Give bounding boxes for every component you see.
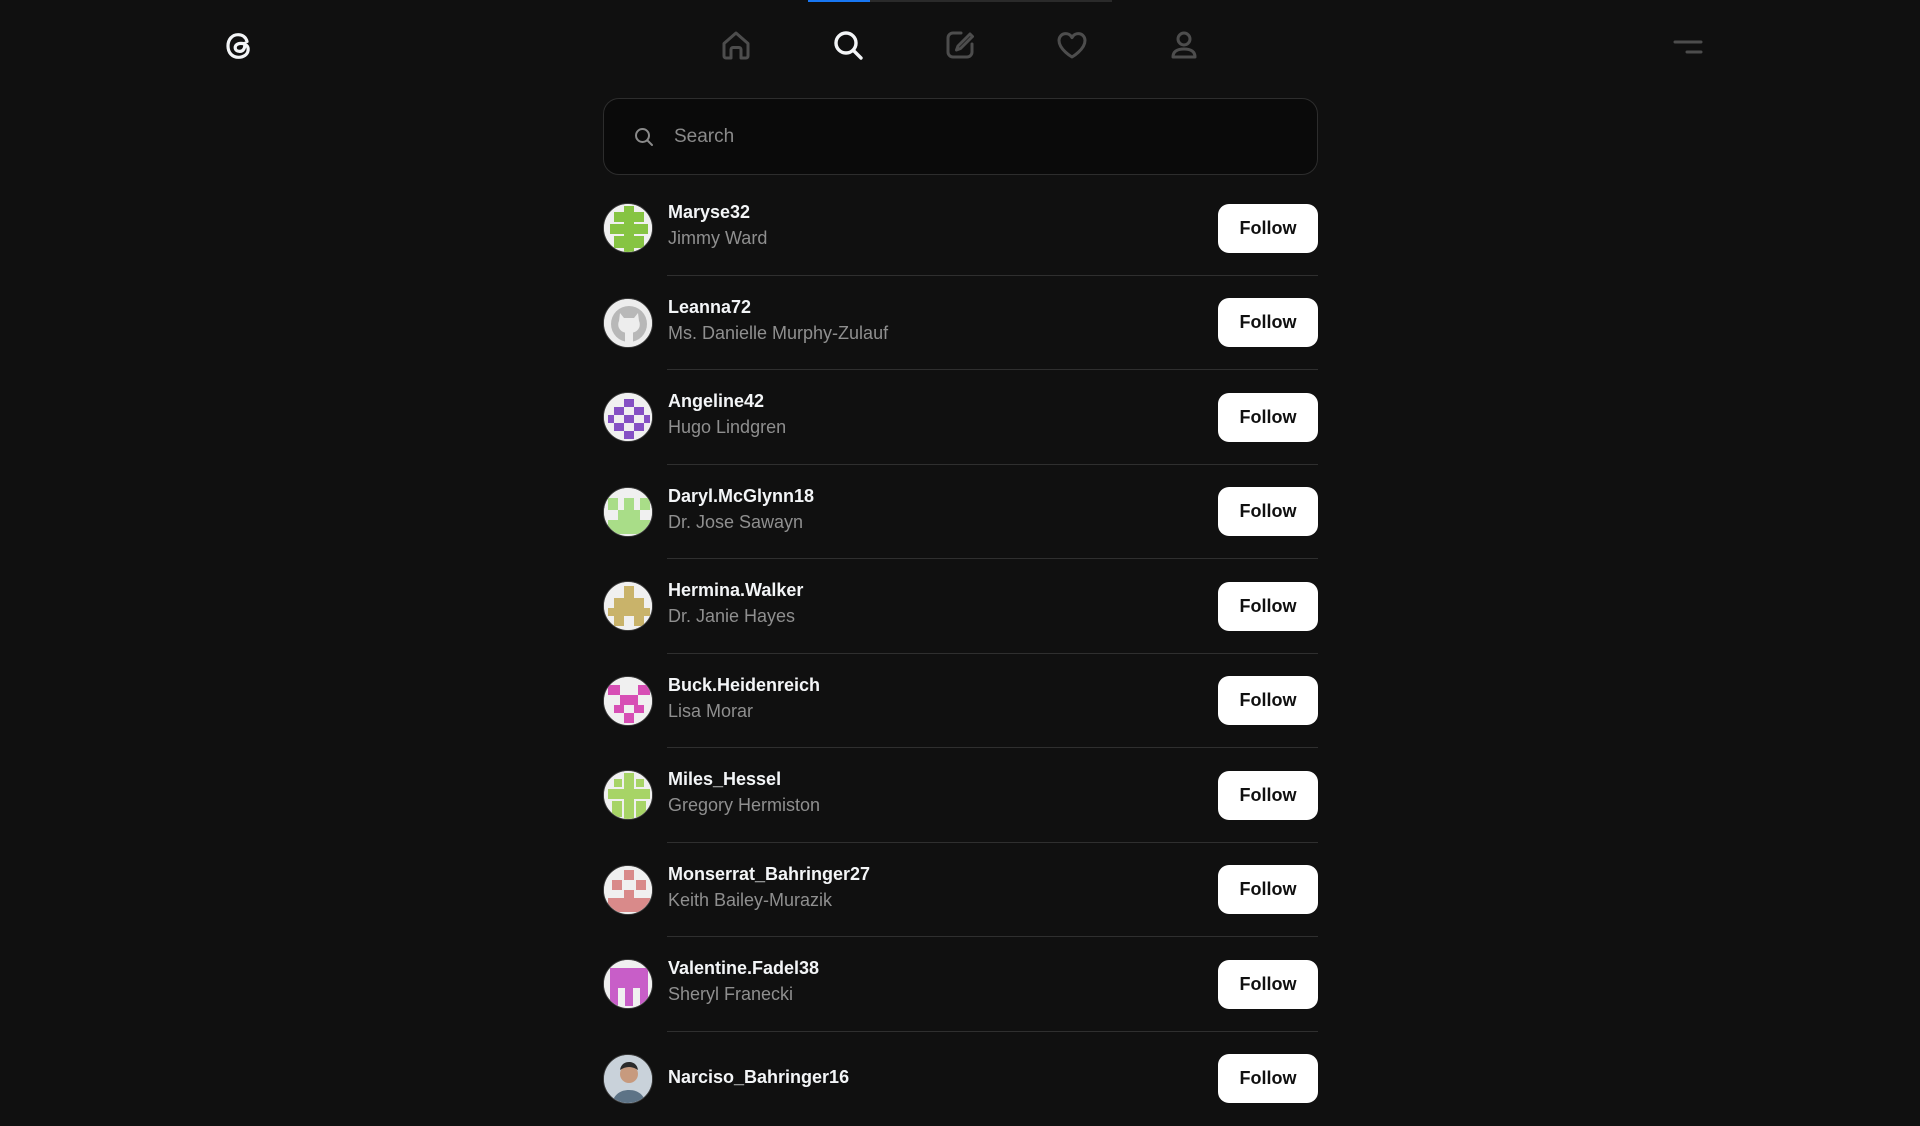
avatar[interactable] (603, 959, 653, 1009)
identicon-icon (604, 677, 653, 726)
compose-icon (943, 28, 977, 67)
user-info: Angeline42 Hugo Lindgren (668, 389, 1218, 441)
identicon-icon (604, 771, 653, 820)
full-name: Keith Bailey-Murazik (668, 886, 1218, 914)
username[interactable]: Maryse32 (668, 200, 1218, 224)
nav-create[interactable] (904, 10, 1016, 84)
follow-button[interactable]: Follow (1218, 298, 1318, 347)
username[interactable]: Angeline42 (668, 389, 1218, 413)
profile-icon (1167, 28, 1201, 67)
identicon-icon (604, 488, 653, 537)
username[interactable]: Hermina.Walker (668, 578, 1218, 602)
full-name: Ms. Danielle Murphy-Zulauf (668, 319, 1218, 347)
user-photo-icon (604, 1055, 653, 1104)
identicon-icon (604, 960, 653, 1009)
username[interactable]: Miles_Hessel (668, 767, 1218, 791)
identicon-icon (604, 393, 653, 442)
full-name: Dr. Janie Hayes (668, 602, 1218, 630)
user-row[interactable]: Narciso_Bahringer16 Follow (603, 1032, 1318, 1126)
user-info: Narciso_Bahringer16 (668, 1065, 1218, 1089)
full-name: Jimmy Ward (668, 224, 1218, 252)
follow-button[interactable]: Follow (1218, 1054, 1318, 1103)
user-info: Miles_Hessel Gregory Hermiston (668, 767, 1218, 819)
nav-profile[interactable] (1128, 10, 1240, 84)
username[interactable]: Daryl.McGlynn18 (668, 484, 1218, 508)
full-name: Sheryl Franecki (668, 980, 1218, 1008)
user-info: Daryl.McGlynn18 Dr. Jose Sawayn (668, 484, 1218, 536)
user-row[interactable]: Valentine.Fadel38 Sheryl Franecki Follow (603, 937, 1318, 1032)
username[interactable]: Narciso_Bahringer16 (668, 1065, 1218, 1089)
avatar[interactable] (603, 203, 653, 253)
user-row[interactable]: Buck.Heidenreich Lisa Morar Follow (603, 654, 1318, 749)
follow-button[interactable]: Follow (1218, 582, 1318, 631)
follow-button[interactable]: Follow (1218, 771, 1318, 820)
follow-button[interactable]: Follow (1218, 960, 1318, 1009)
user-row[interactable]: Miles_Hessel Gregory Hermiston Follow (603, 748, 1318, 843)
nav-activity[interactable] (1016, 10, 1128, 84)
username[interactable]: Monserrat_Bahringer27 (668, 862, 1218, 886)
threads-logo-icon[interactable] (219, 26, 259, 66)
user-info: Monserrat_Bahringer27 Keith Bailey-Muraz… (668, 862, 1218, 914)
follow-button[interactable]: Follow (1218, 393, 1318, 442)
identicon-icon (604, 582, 653, 631)
search-icon (632, 125, 656, 149)
nav-search[interactable] (792, 10, 904, 84)
menu-icon[interactable] (1668, 32, 1708, 62)
full-name: Dr. Jose Sawayn (668, 508, 1218, 536)
search-bar[interactable] (603, 98, 1318, 175)
full-name: Gregory Hermiston (668, 791, 1218, 819)
main-nav (680, 10, 1240, 84)
user-row[interactable]: Leanna72 Ms. Danielle Murphy-Zulauf Foll… (603, 276, 1318, 371)
avatar[interactable] (603, 392, 653, 442)
user-info: Valentine.Fadel38 Sheryl Franecki (668, 956, 1218, 1008)
user-row[interactable]: Daryl.McGlynn18 Dr. Jose Sawayn Follow (603, 465, 1318, 560)
follow-button[interactable]: Follow (1218, 487, 1318, 536)
github-octocat-icon (604, 299, 653, 348)
search-input[interactable] (672, 125, 1272, 149)
search-icon (831, 28, 865, 67)
avatar[interactable] (603, 770, 653, 820)
avatar[interactable] (603, 865, 653, 915)
top-navigation-bar (0, 0, 1920, 94)
user-row[interactable]: Angeline42 Hugo Lindgren Follow (603, 370, 1318, 465)
home-icon (719, 28, 753, 67)
follow-button[interactable]: Follow (1218, 676, 1318, 725)
heart-icon (1055, 28, 1089, 67)
identicon-icon (604, 866, 653, 915)
user-row[interactable]: Maryse32 Jimmy Ward Follow (603, 181, 1318, 276)
avatar[interactable] (603, 1054, 653, 1104)
username[interactable]: Buck.Heidenreich (668, 673, 1218, 697)
avatar[interactable] (603, 487, 653, 537)
identicon-icon (604, 204, 653, 253)
user-info: Buck.Heidenreich Lisa Morar (668, 673, 1218, 725)
user-info: Maryse32 Jimmy Ward (668, 200, 1218, 252)
username[interactable]: Leanna72 (668, 295, 1218, 319)
full-name: Hugo Lindgren (668, 413, 1218, 441)
follow-button[interactable]: Follow (1218, 204, 1318, 253)
search-page: Maryse32 Jimmy Ward Follow Leanna72 Ms. … (603, 98, 1318, 1126)
nav-home[interactable] (680, 10, 792, 84)
user-row[interactable]: Monserrat_Bahringer27 Keith Bailey-Muraz… (603, 843, 1318, 938)
username[interactable]: Valentine.Fadel38 (668, 956, 1218, 980)
avatar[interactable] (603, 676, 653, 726)
user-row[interactable]: Hermina.Walker Dr. Janie Hayes Follow (603, 559, 1318, 654)
user-info: Leanna72 Ms. Danielle Murphy-Zulauf (668, 295, 1218, 347)
user-info: Hermina.Walker Dr. Janie Hayes (668, 578, 1218, 630)
full-name: Lisa Morar (668, 697, 1218, 725)
follow-button[interactable]: Follow (1218, 865, 1318, 914)
avatar[interactable] (603, 298, 653, 348)
user-suggestion-list: Maryse32 Jimmy Ward Follow Leanna72 Ms. … (603, 181, 1318, 1126)
avatar[interactable] (603, 581, 653, 631)
